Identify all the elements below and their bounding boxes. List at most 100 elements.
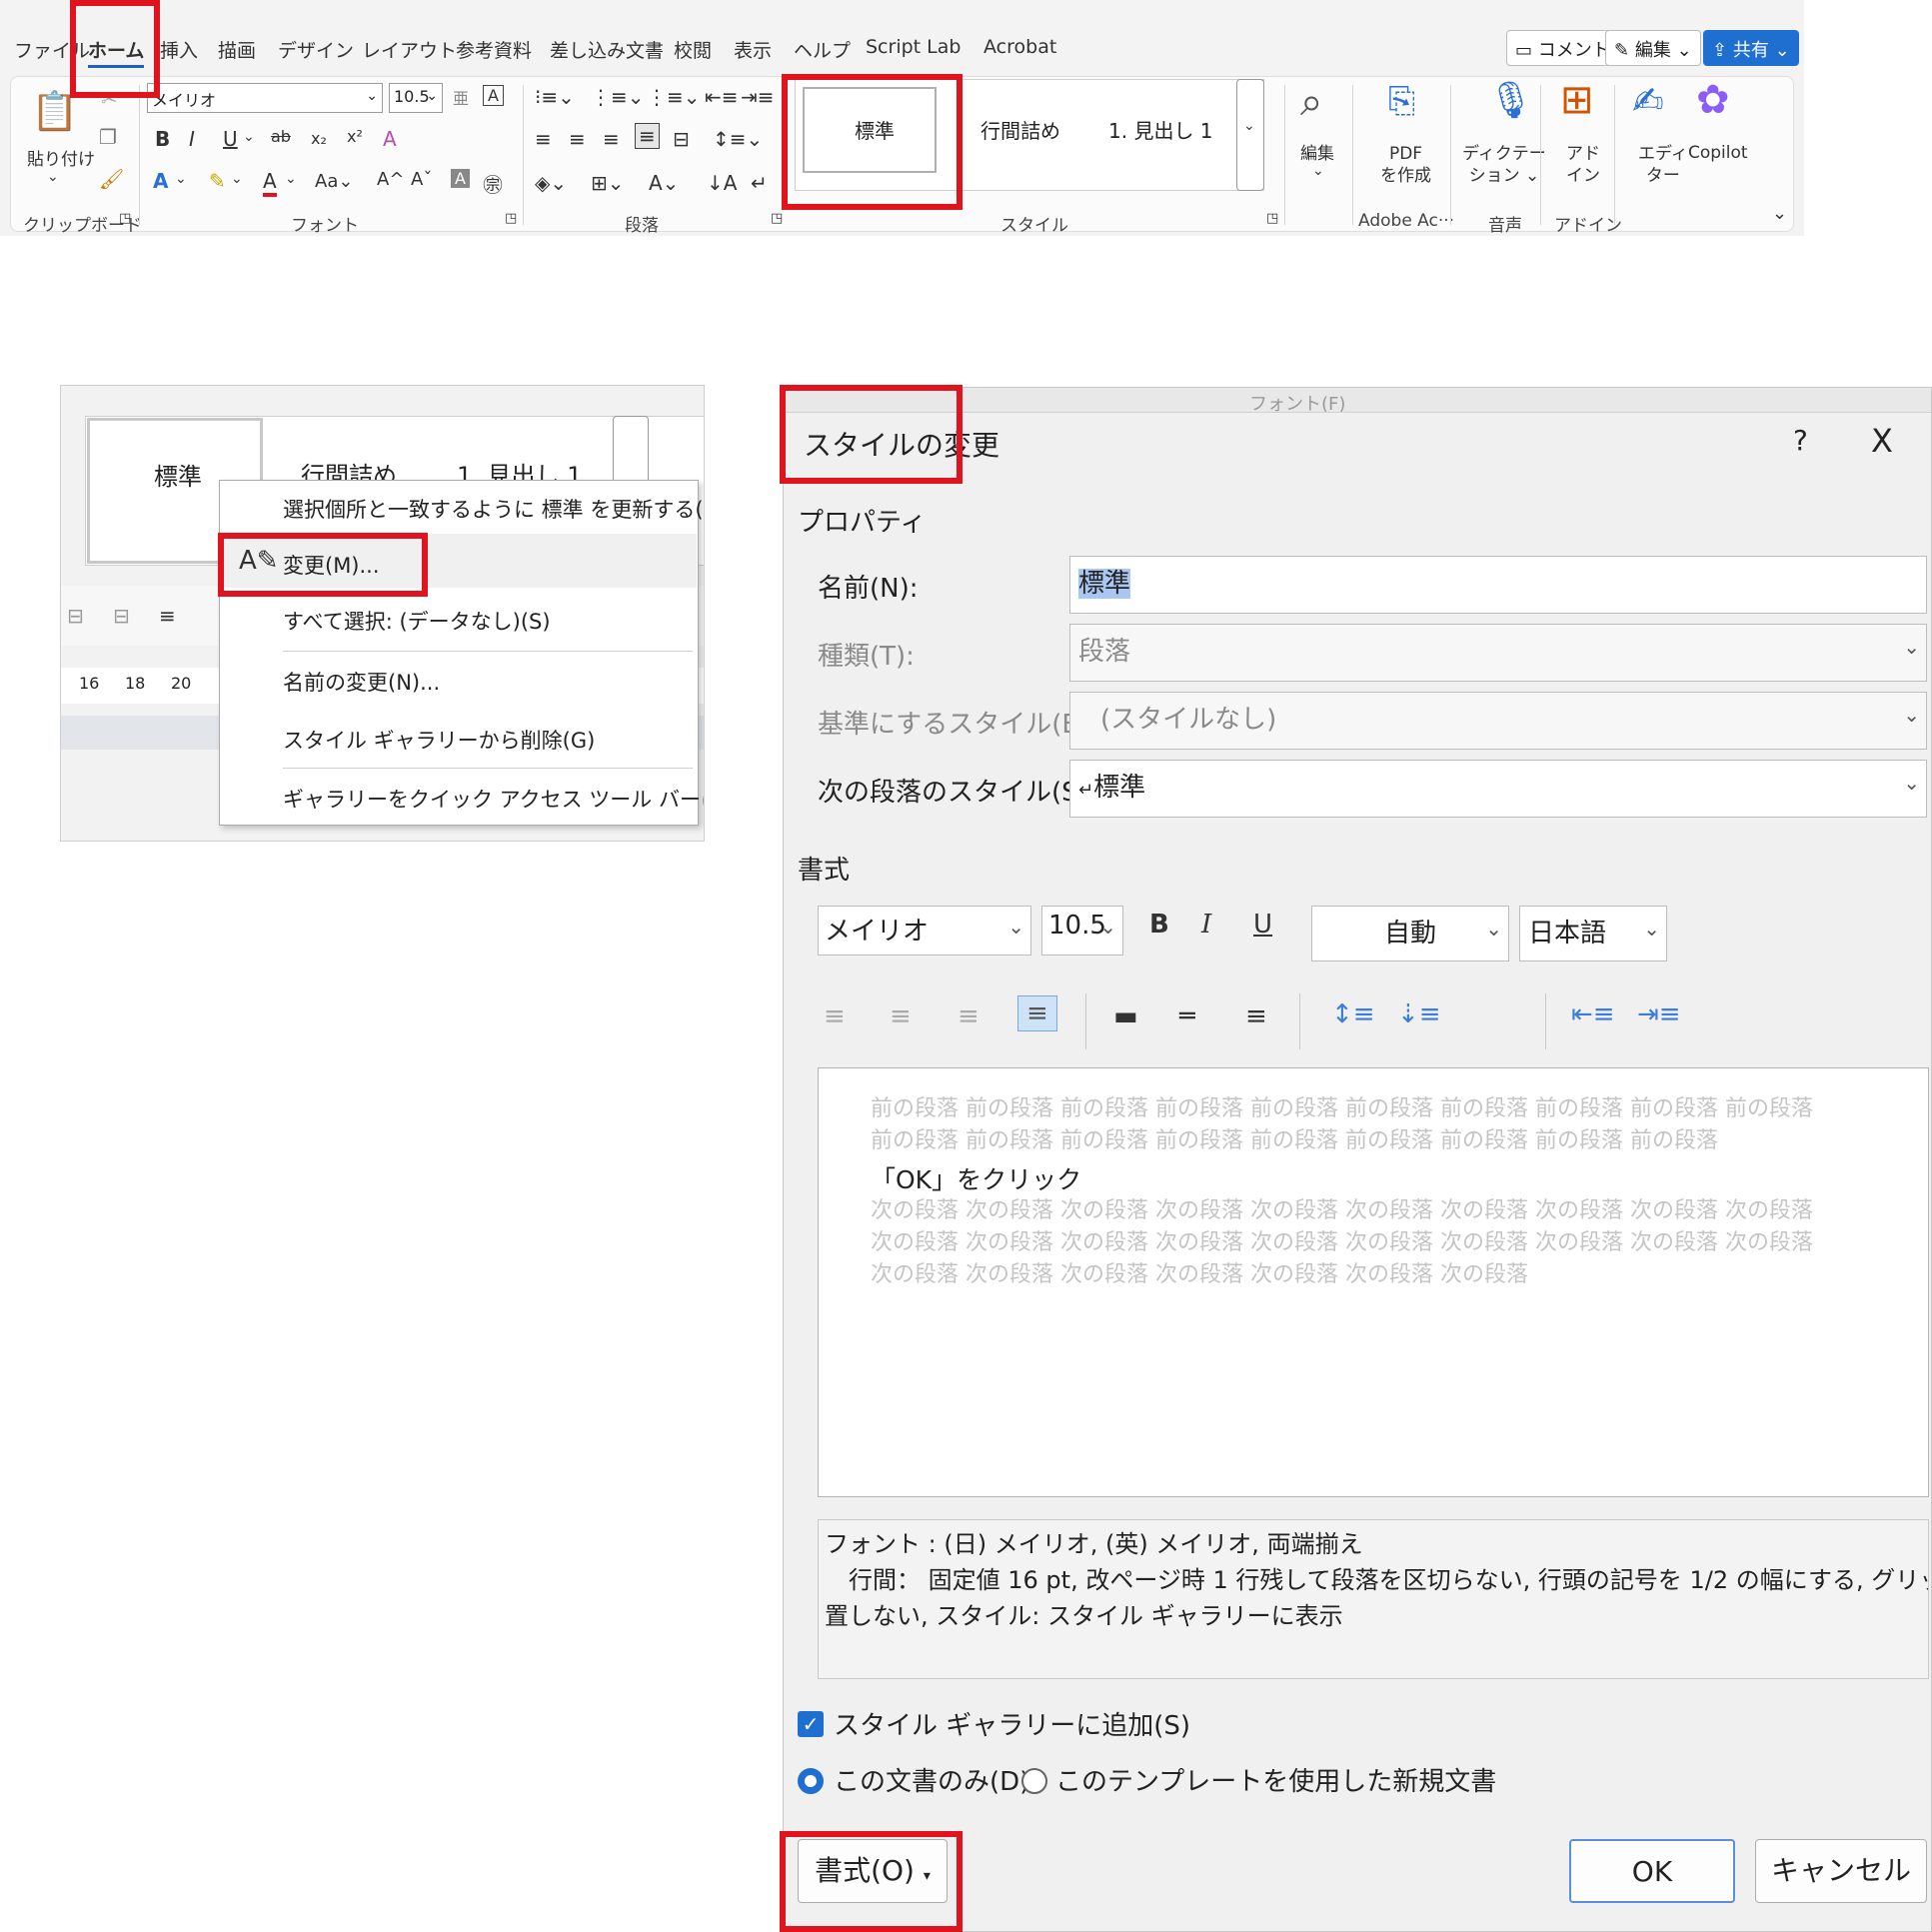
menu-remove-from-gallery[interactable]: スタイル ギャラリーから削除(G) — [283, 725, 595, 755]
increase-paragraph-spacing-icon[interactable]: ↕≡ — [1331, 999, 1375, 1029]
copy-icon[interactable]: ❐ — [99, 125, 117, 149]
tab-insert[interactable]: 挿入 — [160, 36, 198, 63]
dialog-launcher-icon[interactable]: ◳ — [771, 211, 783, 226]
addins-button[interactable]: アド イン — [1566, 143, 1600, 187]
microphone-icon[interactable]: 🎙 — [1488, 79, 1534, 121]
cancel-button[interactable]: キャンセル — [1755, 1839, 1927, 1903]
font-color-select[interactable]: 自動 ⌄ — [1311, 906, 1509, 962]
tab-help[interactable]: ヘルプ — [794, 36, 851, 63]
menu-rename[interactable]: 名前の変更(N)... — [283, 667, 440, 697]
char-border-icon[interactable]: A — [483, 85, 504, 106]
clear-formatting-icon[interactable]: A — [383, 127, 397, 151]
tab-references[interactable]: 参考資料 — [456, 36, 532, 63]
double-spacing-icon[interactable]: ≡ — [1245, 1001, 1267, 1031]
sort-icon[interactable]: ↓A — [707, 171, 737, 195]
bullets-icon[interactable]: ⁝≡⌄ — [535, 85, 575, 109]
chevron-down-icon[interactable]: ⌄ — [243, 129, 255, 145]
this-document-radio[interactable] — [798, 1768, 824, 1794]
tab-layout[interactable]: レイアウト — [362, 36, 457, 63]
paste-button[interactable]: 貼り付け — [27, 145, 95, 170]
menu-modify[interactable]: 変更(M)... — [283, 550, 380, 580]
increase-indent-icon[interactable]: ⇥≡ — [741, 85, 775, 109]
copilot-icon[interactable]: ✿ — [1696, 77, 1730, 123]
style-heading-1[interactable]: 1. 見出し 1 — [1108, 115, 1213, 144]
increase-indent-icon[interactable]: ⇥≡ — [1637, 999, 1681, 1029]
shading-icon[interactable]: ◈⌄ — [535, 171, 567, 195]
editor-icon[interactable]: ✍ — [1632, 79, 1664, 123]
editing-mode-button[interactable]: ✎ 編集 ⌄ — [1605, 30, 1701, 66]
italic-icon[interactable]: I — [189, 127, 195, 151]
font-name-combo[interactable]: メイリオ ⌄ — [147, 83, 383, 113]
align-left-icon[interactable]: ⊟ — [67, 604, 84, 628]
name-input[interactable]: 標準 — [1069, 556, 1927, 614]
add-to-gallery-checkbox[interactable]: ✓ — [798, 1711, 824, 1737]
menu-update-to-match[interactable]: 選択個所と一致するように 標準 を更新する(P) — [283, 494, 704, 524]
distributed-icon[interactable]: ⊟ — [673, 127, 690, 151]
addins-icon[interactable]: ⊞ — [1560, 77, 1594, 123]
decrease-paragraph-spacing-icon[interactable]: ⇣≡ — [1397, 999, 1441, 1029]
enclose-char-icon[interactable]: ㊪ — [483, 169, 503, 198]
type-select[interactable]: 段落 ⌄ — [1069, 624, 1927, 682]
style-no-spacing[interactable]: 行間詰め — [980, 115, 1060, 144]
asian-layout-icon[interactable]: A⌄ — [649, 171, 679, 195]
tab-view[interactable]: 表示 — [734, 36, 772, 63]
grow-font-icon[interactable]: A^ — [377, 169, 404, 190]
align-left-icon[interactable]: ≡ — [535, 127, 552, 151]
char-shading-icon[interactable]: A — [451, 169, 470, 188]
editor-button[interactable]: エディ ター — [1638, 143, 1688, 187]
multilevel-list-icon[interactable]: ⋮≡⌄ — [647, 85, 701, 109]
tab-review[interactable]: 校閲 — [674, 36, 712, 63]
align-center-icon[interactable]: ≡ — [890, 1001, 912, 1031]
subscript-icon[interactable]: x₂ — [311, 129, 327, 148]
decrease-indent-icon[interactable]: ⇤≡ — [705, 85, 739, 109]
align-center-icon[interactable]: ⊟ — [113, 604, 130, 628]
styles-more-button[interactable]: ⌄ — [1236, 79, 1264, 191]
chevron-down-icon[interactable]: ⌄ — [285, 171, 297, 187]
line-spacing-icon[interactable]: ↕≡⌄ — [713, 127, 763, 151]
create-pdf-button[interactable]: PDF を作成 — [1380, 143, 1431, 187]
bold-icon[interactable]: B — [155, 127, 170, 151]
comment-button[interactable]: ▭ コメント — [1506, 30, 1619, 66]
menu-add-to-qat[interactable]: ギャラリーをクイック アクセス ツール バーに追加(A) — [283, 784, 704, 814]
font-name-select[interactable]: メイリオ ⌄ — [818, 906, 1031, 956]
align-right-icon[interactable]: ≡ — [603, 127, 620, 151]
superscript-icon[interactable]: x² — [347, 127, 363, 146]
chevron-down-icon[interactable]: ⌄ — [1312, 163, 1324, 179]
share-button[interactable]: ⇪ 共有 ⌄ — [1703, 30, 1799, 66]
tab-script-lab[interactable]: Script Lab — [866, 36, 961, 58]
show-marks-icon[interactable]: ↵ — [751, 171, 768, 195]
tab-draw[interactable]: 描画 — [218, 36, 256, 63]
dictate-button[interactable]: ディクテー ション ⌄ — [1462, 143, 1546, 187]
format-painter-icon[interactable]: 🖌 — [99, 167, 124, 191]
pdf-icon[interactable]: ⎘ — [1388, 81, 1415, 121]
search-icon[interactable]: ⌕ — [1300, 79, 1322, 125]
tab-home[interactable]: ホーム — [88, 36, 145, 68]
dialog-launcher-icon[interactable]: ◳ — [119, 211, 131, 226]
bold-button[interactable]: B — [1149, 910, 1169, 940]
font-color-icon[interactable]: A — [263, 169, 277, 197]
underline-button[interactable]: U — [1253, 910, 1272, 940]
align-center-icon[interactable]: ≡ — [569, 127, 586, 151]
align-right-icon[interactable]: ≡ — [159, 604, 176, 628]
tab-mailings[interactable]: 差し込み文書 — [550, 36, 664, 63]
change-case-icon[interactable]: Aa⌄ — [315, 171, 353, 192]
cut-icon[interactable]: ✂ — [101, 87, 118, 111]
highlight-icon[interactable]: ✎ — [209, 169, 226, 193]
chevron-down-icon[interactable]: ⌄ — [1772, 203, 1787, 224]
dialog-launcher-icon[interactable]: ◳ — [505, 211, 517, 226]
menu-select-all[interactable]: すべて選択: (データなし)(S) — [283, 606, 551, 636]
style-normal-cell[interactable]: 標準 — [803, 87, 937, 173]
align-right-icon[interactable]: ≡ — [958, 1001, 979, 1031]
next-style-select[interactable]: ↵標準 ⌄ — [1069, 760, 1927, 818]
phonetic-guide-icon[interactable]: 亜 — [453, 85, 469, 109]
numbering-icon[interactable]: ⋮≡⌄ — [591, 85, 645, 109]
dialog-launcher-icon[interactable]: ◳ — [1266, 211, 1278, 226]
help-button[interactable]: ? — [1793, 424, 1808, 457]
underline-icon[interactable]: U — [223, 127, 238, 151]
based-on-select[interactable]: (スタイルなし) ⌄ — [1069, 692, 1927, 750]
one-half-spacing-icon[interactable]: ═ — [1179, 1001, 1195, 1031]
format-menu-button[interactable]: 書式(O) ▾ — [798, 1839, 948, 1903]
text-effects-icon[interactable]: A — [153, 169, 168, 193]
tab-acrobat[interactable]: Acrobat — [983, 36, 1056, 58]
ok-button[interactable]: OK — [1569, 1839, 1735, 1903]
